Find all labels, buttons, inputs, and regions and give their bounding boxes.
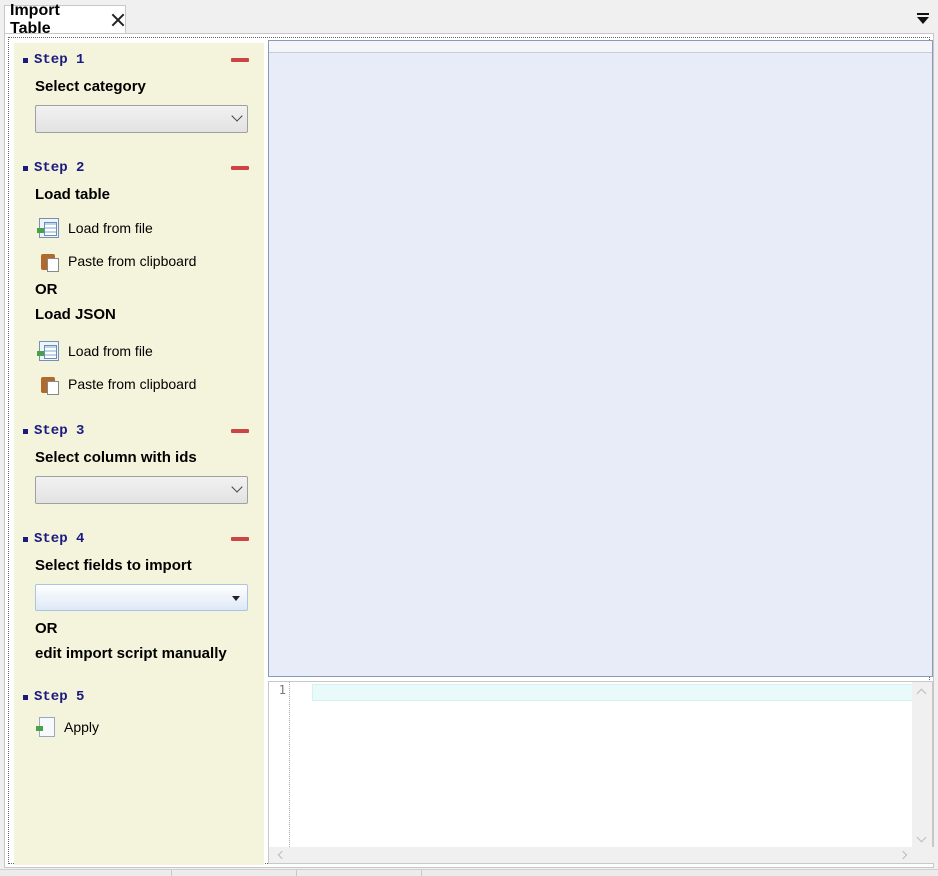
chevron-down-icon [231,110,243,122]
bullet-icon [23,165,28,171]
minus-icon[interactable] [231,429,249,433]
action-label: Load from file [68,343,153,359]
action-label: Paste from clipboard [68,376,197,392]
select-fields-label: Select fields to import [35,557,192,574]
tab-import-table[interactable]: Import Table [4,2,126,37]
step-1-header: Step 1 [23,51,249,69]
minus-icon[interactable] [231,58,249,62]
select-id-column-label: Select column with ids [35,449,197,466]
select-category-label: Select category [35,78,146,95]
horizontal-scrollbar[interactable] [269,847,934,863]
step-4-header: Step 4 [23,530,249,548]
clipboard-icon [39,374,59,395]
step-title: Step 5 [34,689,85,705]
load-table-from-file-button[interactable]: Load from file [37,216,153,240]
or-label: OR [35,620,58,637]
current-line[interactable] [312,684,913,701]
table-file-icon [37,341,59,361]
minus-icon[interactable] [231,537,249,541]
scroll-left-icon[interactable] [277,850,287,860]
load-json-from-file-button[interactable]: Load from file [37,339,153,363]
bullet-icon [23,694,28,700]
minus-icon[interactable] [231,166,249,170]
step-title: Step 2 [34,160,85,176]
scroll-down-icon[interactable] [916,832,927,843]
apply-document-icon [36,717,55,737]
load-json-label: Load JSON [35,306,116,323]
grid-header [269,41,932,53]
step-title: Step 1 [34,52,85,68]
step-title: Step 4 [34,531,85,547]
tab-strip: Import Table [0,0,938,37]
apply-button[interactable]: Apply [36,715,100,739]
table-file-icon [37,218,59,238]
steps-panel: Step 1 Select category Step 2 Load table… [14,43,264,865]
close-icon[interactable] [111,13,125,27]
step-5-header: Step 5 [23,688,249,706]
paste-json-from-clipboard-button[interactable]: Paste from clipboard [39,372,196,396]
clipboard-icon [39,251,59,272]
step-2-header: Step 2 [23,159,249,177]
chevron-down-icon [231,481,243,493]
import-script-editor[interactable]: 1 [268,681,934,864]
step-3-header: Step 3 [23,422,249,440]
dropdown-arrow-icon [232,596,240,601]
bullet-icon [23,536,28,542]
action-label: Paste from clipboard [68,253,197,269]
table-preview-grid[interactable] [268,40,933,677]
bullet-icon [23,428,28,434]
paste-table-from-clipboard-button[interactable]: Paste from clipboard [39,249,196,273]
edit-script-label: edit import script manually [35,645,227,662]
bullet-icon [23,57,28,63]
id-column-select[interactable] [35,476,248,504]
line-number: 1 [278,683,286,697]
or-label: OR [35,281,58,298]
scroll-right-icon[interactable] [898,850,908,860]
vertical-scrollbar[interactable] [912,682,932,847]
scroll-up-icon[interactable] [916,688,927,699]
apply-label: Apply [64,719,100,735]
status-bar [0,869,938,876]
category-select[interactable] [35,105,248,133]
fields-select[interactable] [35,584,248,611]
dropdown-menu-icon[interactable] [917,13,929,25]
action-label: Load from file [68,220,153,236]
import-panel-inner: Step 1 Select category Step 2 Load table… [8,37,934,865]
line-number-gutter: 1 [269,682,290,847]
load-table-label: Load table [35,186,111,203]
import-panel: Step 1 Select category Step 2 Load table… [4,33,934,868]
step-title: Step 3 [34,423,85,439]
